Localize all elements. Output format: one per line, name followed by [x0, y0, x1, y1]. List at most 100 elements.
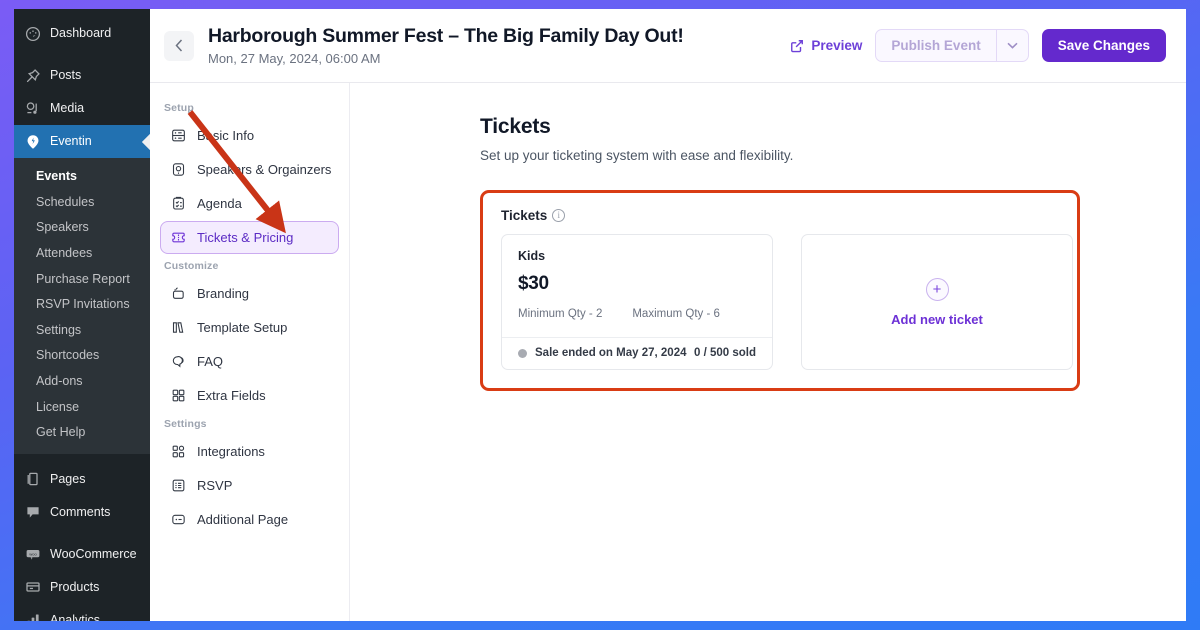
ticket-qty-row: Minimum Qty - 2 Maximum Qty - 6 — [518, 308, 756, 320]
submenu-item-purchase-report[interactable]: Purchase Report — [14, 267, 150, 293]
header-actions: Preview Publish Event Save Changes — [790, 29, 1166, 62]
sidebar-divider — [14, 50, 150, 59]
submenu-item-events[interactable]: Events — [14, 164, 150, 190]
nav-item-branding[interactable]: Branding — [160, 277, 339, 310]
nav-item-integrations[interactable]: Integrations — [160, 435, 339, 468]
nav-item-speakers-organizers[interactable]: Speakers & Orgainzers — [160, 153, 339, 186]
panel-label-text: Tickets — [501, 208, 548, 223]
submenu-item-add-ons[interactable]: Add-ons — [14, 369, 150, 395]
nav-item-extra-fields[interactable]: Extra Fields — [160, 379, 339, 412]
nav-item-label: Extra Fields — [197, 388, 266, 403]
event-header: Harborough Summer Fest – The Big Family … — [150, 9, 1186, 83]
sidebar-item-eventin-wrap: Eventin — [14, 125, 150, 158]
tickets-panel-label: Tickets i — [501, 208, 1059, 223]
section-subheading: Set up your ticketing system with ease a… — [480, 148, 794, 163]
ticket-min-qty: Minimum Qty - 2 — [518, 308, 603, 320]
submenu-item-attendees[interactable]: Attendees — [14, 241, 150, 267]
comments-icon — [23, 503, 42, 522]
sidebar-item-media[interactable]: Media — [14, 92, 150, 125]
nav-item-label: Template Setup — [197, 320, 288, 335]
event-title-block: Harborough Summer Fest – The Big Family … — [208, 25, 776, 66]
sidebar-active-arrow — [142, 133, 150, 150]
publish-event-button[interactable]: Publish Event — [876, 30, 995, 61]
sidebar-item-analytics[interactable]: Analytics — [14, 604, 150, 621]
add-new-ticket-card[interactable]: + Add new ticket — [801, 234, 1073, 370]
nav-item-tickets-pricing[interactable]: Tickets & Pricing — [160, 221, 339, 254]
sidebar-item-comments[interactable]: Comments — [14, 496, 150, 529]
sidebar-label: Eventin — [50, 134, 92, 148]
publish-event-group: Publish Event — [875, 29, 1029, 62]
submenu-item-rsvp-invitations[interactable]: RSVP Invitations — [14, 292, 150, 318]
eventin-app: Harborough Summer Fest – The Big Family … — [150, 9, 1186, 621]
ticket-icon — [170, 229, 187, 246]
eventin-icon — [23, 132, 42, 151]
nav-group-label-settings: Settings — [164, 418, 207, 430]
sidebar-divider-2 — [14, 454, 150, 463]
ticket-card-footer: Sale ended on May 27, 2024 0 / 500 sold — [502, 337, 772, 369]
tickets-card-row: Kids $30 Minimum Qty - 2 Maximum Qty - 6 — [501, 234, 1073, 370]
submenu-item-speakers[interactable]: Speakers — [14, 215, 150, 241]
dashboard-icon — [23, 24, 42, 43]
submenu-item-schedules[interactable]: Schedules — [14, 190, 150, 216]
sidebar-item-posts[interactable]: Posts — [14, 59, 150, 92]
ticket-name: Kids — [518, 249, 546, 263]
wordpress-admin-sidebar: Dashboard Posts Media Eventin Events Sch… — [14, 9, 150, 621]
preview-label: Preview — [811, 38, 863, 53]
sidebar-label: Posts — [50, 68, 82, 82]
save-changes-button[interactable]: Save Changes — [1041, 29, 1166, 62]
ticket-status-text: Sale ended on May 27, 2024 — [535, 347, 687, 359]
preview-button[interactable]: Preview — [790, 38, 862, 53]
nav-item-label: Tickets & Pricing — [197, 230, 294, 245]
sidebar-item-pages[interactable]: Pages — [14, 463, 150, 496]
sidebar-divider-3 — [14, 529, 150, 538]
back-button[interactable] — [164, 30, 194, 61]
basic-info-icon — [170, 127, 187, 144]
publish-dropdown-toggle[interactable] — [995, 30, 1028, 61]
eventin-submenu: Events Schedules Speakers Attendees Purc… — [14, 158, 150, 454]
ticket-card[interactable]: Kids $30 Minimum Qty - 2 Maximum Qty - 6 — [501, 234, 773, 370]
event-body: Setup Basic Info Speakers & Orgainzers A… — [150, 83, 1186, 621]
submenu-item-shortcodes[interactable]: Shortcodes — [14, 343, 150, 369]
rsvp-icon — [170, 477, 187, 494]
sidebar-item-products[interactable]: Products — [14, 571, 150, 604]
nav-item-template-setup[interactable]: Template Setup — [160, 311, 339, 344]
nav-item-agenda[interactable]: Agenda — [160, 187, 339, 220]
submenu-item-license[interactable]: License — [14, 395, 150, 421]
submenu-item-settings[interactable]: Settings — [14, 318, 150, 344]
nav-item-label: Speakers & Orgainzers — [197, 162, 332, 177]
nav-item-label: Basic Info — [197, 128, 255, 143]
pages-icon — [23, 470, 42, 489]
sidebar-label: Comments — [50, 504, 111, 519]
nav-item-label: Agenda — [197, 196, 242, 211]
nav-item-rsvp[interactable]: RSVP — [160, 469, 339, 502]
sidebar-label: Products — [50, 579, 100, 594]
extra-fields-icon — [170, 387, 187, 404]
additional-page-icon — [170, 511, 187, 528]
event-settings-nav: Setup Basic Info Speakers & Orgainzers A… — [150, 83, 350, 621]
nav-item-faq[interactable]: FAQ — [160, 345, 339, 378]
nav-item-label: FAQ — [197, 354, 224, 369]
nav-item-basic-info[interactable]: Basic Info — [160, 119, 339, 152]
add-new-ticket-label: Add new ticket — [891, 311, 983, 327]
sidebar-label: WooCommerce — [50, 546, 137, 561]
ticket-sold-count: 0 / 500 sold — [693, 347, 756, 359]
branding-icon — [170, 285, 187, 302]
submenu-item-get-help[interactable]: Get Help — [14, 420, 150, 446]
nav-group-label-setup: Setup — [164, 102, 194, 114]
analytics-icon — [23, 611, 42, 621]
sidebar-label: Analytics — [50, 612, 101, 621]
nav-item-additional-page[interactable]: Additional Page — [160, 503, 339, 536]
sidebar-item-eventin[interactable]: Eventin — [14, 125, 150, 158]
sidebar-item-dashboard[interactable]: Dashboard — [14, 17, 150, 50]
chevron-left-icon — [175, 39, 183, 52]
nav-item-label: Branding — [197, 286, 250, 301]
speakers-icon — [170, 161, 187, 178]
nav-item-label: Additional Page — [197, 512, 289, 527]
tickets-panel-annotation-box: Tickets i Kids $30 Minimum Qty - 2 Maxim… — [480, 190, 1080, 391]
ticket-max-qty: Maximum Qty - 6 — [632, 308, 720, 320]
app-window: Dashboard Posts Media Eventin Events Sch… — [14, 9, 1186, 621]
woocommerce-icon: woo — [23, 545, 42, 564]
sidebar-item-woocommerce[interactable]: woo WooCommerce — [14, 538, 150, 571]
integrations-icon — [170, 443, 187, 460]
info-icon[interactable]: i — [552, 209, 566, 222]
